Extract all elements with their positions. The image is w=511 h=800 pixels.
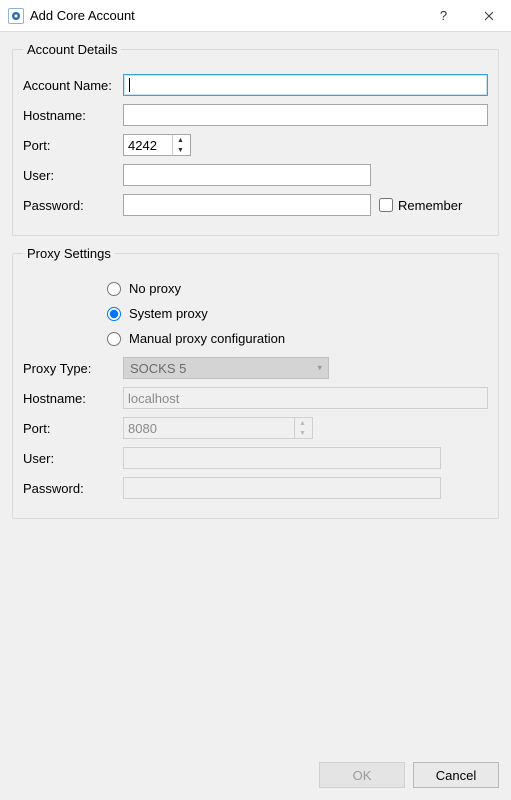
proxy-password-label: Password:: [23, 481, 123, 496]
ok-button[interactable]: OK: [319, 762, 405, 788]
port-input[interactable]: [124, 135, 172, 155]
remember-label: Remember: [398, 198, 462, 213]
app-icon: [8, 8, 24, 24]
hostname-input[interactable]: [123, 104, 488, 126]
proxy-port-input: [124, 418, 294, 438]
port-spin-up-icon[interactable]: ▲: [173, 135, 188, 145]
proxy-hostname-label: Hostname:: [23, 391, 123, 406]
proxy-hostname-input: [123, 387, 488, 409]
dialog-footer: OK Cancel: [12, 752, 499, 788]
user-label: User:: [23, 168, 123, 183]
proxy-password-input: [123, 477, 441, 499]
user-input[interactable]: [123, 164, 371, 186]
account-details-legend: Account Details: [23, 42, 121, 57]
proxy-radio-system[interactable]: [107, 307, 121, 321]
client-area: Account Details Account Name: Hostname: …: [0, 32, 511, 800]
window-title: Add Core Account: [30, 8, 135, 23]
help-button[interactable]: ?: [421, 0, 466, 32]
proxy-radio-none[interactable]: [107, 282, 121, 296]
proxy-user-label: User:: [23, 451, 123, 466]
proxy-type-value: SOCKS 5: [130, 361, 186, 376]
proxy-port-spin-up-icon: ▲: [295, 418, 310, 428]
proxy-port-spinner: ▲ ▼: [123, 417, 313, 439]
password-input[interactable]: [123, 194, 371, 216]
account-name-input[interactable]: [123, 74, 488, 96]
port-label: Port:: [23, 138, 123, 153]
proxy-settings-group: Proxy Settings No proxy System proxy Man…: [12, 246, 499, 519]
password-label: Password:: [23, 198, 123, 213]
cancel-button[interactable]: Cancel: [413, 762, 499, 788]
account-details-group: Account Details Account Name: Hostname: …: [12, 42, 499, 236]
port-spin-down-icon[interactable]: ▼: [173, 145, 188, 155]
proxy-settings-legend: Proxy Settings: [23, 246, 115, 261]
proxy-port-label: Port:: [23, 421, 123, 436]
remember-checkbox[interactable]: [379, 198, 393, 212]
title-bar: Add Core Account ?: [0, 0, 511, 32]
chevron-down-icon: ▾: [317, 363, 322, 374]
close-button[interactable]: [466, 0, 511, 32]
proxy-radio-system-label: System proxy: [129, 306, 208, 321]
proxy-type-label: Proxy Type:: [23, 361, 123, 376]
proxy-user-input: [123, 447, 441, 469]
text-caret: [129, 78, 130, 92]
proxy-radio-manual[interactable]: [107, 332, 121, 346]
port-spinner[interactable]: ▲ ▼: [123, 134, 191, 156]
proxy-radio-none-label: No proxy: [129, 281, 181, 296]
account-name-label: Account Name:: [23, 78, 123, 93]
proxy-type-combo: SOCKS 5 ▾: [123, 357, 329, 379]
proxy-port-spin-down-icon: ▼: [295, 428, 310, 438]
proxy-radio-manual-label: Manual proxy configuration: [129, 331, 285, 346]
hostname-label: Hostname:: [23, 108, 123, 123]
remember-checkbox-wrapper[interactable]: Remember: [379, 198, 462, 213]
